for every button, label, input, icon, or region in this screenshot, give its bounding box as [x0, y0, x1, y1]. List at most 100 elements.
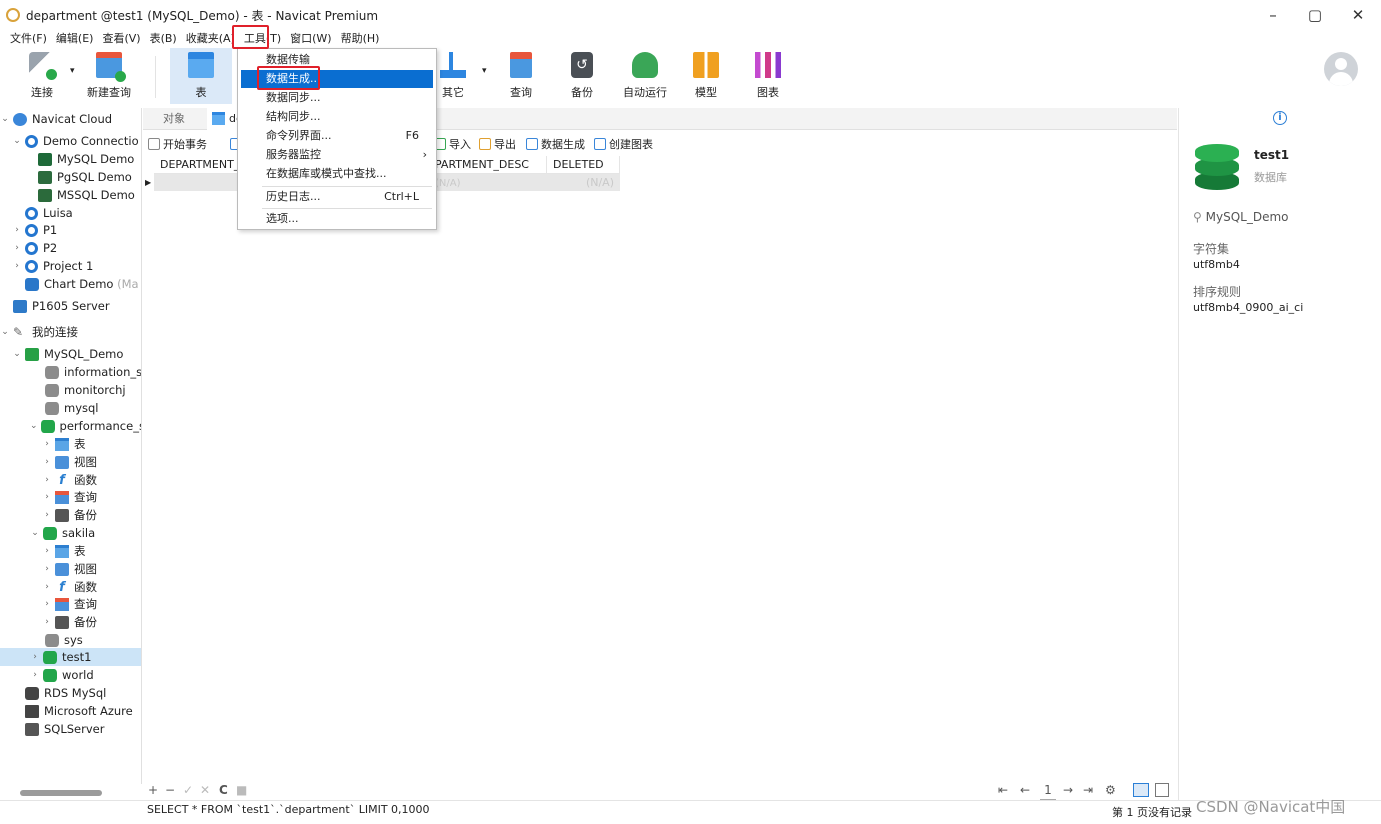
db-name: test1 — [1254, 148, 1290, 162]
create-chart-button[interactable]: 创建图表 — [594, 133, 653, 155]
tree-horizontal-scrollbar[interactable] — [20, 790, 102, 796]
user-avatar[interactable] — [1324, 52, 1358, 86]
grid-cell[interactable] — [154, 174, 244, 191]
grid-cell[interactable]: (N/A) — [547, 174, 620, 191]
backup-button[interactable]: ↺ 备份 — [566, 48, 598, 104]
last-page-button[interactable]: ⇥ — [1083, 780, 1093, 800]
tree-item-pgsql-demo[interactable]: PgSQL Demo — [0, 168, 141, 186]
tree-item-chart-demo[interactable]: Chart Demo (Ma — [0, 275, 141, 293]
tree-item-views[interactable]: › 视图 — [0, 560, 141, 578]
tree-item-db-mysql[interactable]: mysql — [0, 399, 141, 417]
menu-table[interactable]: 表(B) — [146, 30, 182, 48]
menu-item-structure-sync[interactable]: 结构同步... — [241, 108, 433, 126]
tree-item-db-performance-schema[interactable]: ⌄ performance_s — [0, 417, 141, 435]
tree-item-db-sakila[interactable]: ⌄ sakila — [0, 524, 141, 542]
previous-page-button[interactable]: ← — [1020, 780, 1030, 800]
refresh-button[interactable]: C — [219, 780, 228, 800]
connect-dropdown-arrow[interactable]: ▾ — [70, 66, 75, 76]
menu-item-history-log[interactable]: 历史日志... Ctrl+L — [241, 188, 433, 206]
import-button[interactable]: 导入 — [434, 133, 471, 155]
menu-file[interactable]: 文件(F) — [6, 30, 52, 48]
chevron-right-icon: › — [45, 439, 49, 449]
other-dropdown-arrow[interactable]: ▾ — [482, 66, 487, 76]
column-header-department-desc[interactable]: PARTMENT_DESC — [435, 156, 547, 174]
model-button[interactable]: 模型 — [690, 48, 722, 104]
apply-changes-button[interactable]: ✓ — [183, 780, 193, 800]
tree-item-db-world[interactable]: › world — [0, 666, 141, 684]
tree-item-db-monitorchj[interactable]: monitorchj — [0, 381, 141, 399]
new-query-button[interactable]: 新建查询 — [84, 48, 134, 104]
tree-item-sqlserver[interactable]: SQLServer — [0, 720, 141, 738]
tree-item-queries[interactable]: › 查询 — [0, 488, 141, 506]
chart-button[interactable]: 图表 — [752, 48, 784, 104]
tree-item-demo-connection[interactable]: ⌄ Demo Connectio — [0, 132, 141, 150]
tree-item-p1[interactable]: › P1 — [0, 221, 141, 239]
discard-changes-button[interactable]: ✕ — [200, 780, 210, 800]
add-record-button[interactable]: + — [148, 780, 158, 800]
stop-button[interactable]: ■ — [236, 780, 247, 800]
tab-objects[interactable]: 对象 — [157, 108, 191, 130]
menu-item-data-sync[interactable]: 数据同步... — [241, 89, 433, 107]
table-button[interactable]: 表 — [170, 48, 232, 104]
menu-item-command-line[interactable]: 命令列界面... F6 — [241, 127, 433, 145]
tree-item-queries[interactable]: › 查询 — [0, 595, 141, 613]
function-icon: f — [59, 472, 65, 488]
tree-item-my-connections[interactable]: ⌄ ✎ 我的连接 — [0, 323, 141, 341]
form-view-icon[interactable] — [1155, 783, 1169, 797]
tree-item-db-information-schema[interactable]: information_sc — [0, 363, 141, 381]
tree-item-project-1[interactable]: › Project 1 — [0, 257, 141, 275]
tree-item-luisa[interactable]: Luisa — [0, 204, 141, 222]
tree-item-p1605-server[interactable]: P1605 Server — [0, 297, 141, 315]
menu-window[interactable]: 窗口(W) — [286, 30, 336, 48]
page-number-input[interactable]: 1 — [1040, 780, 1056, 800]
begin-transaction-button[interactable]: 开始事务 — [148, 133, 207, 155]
export-button[interactable]: 导出 — [479, 133, 516, 155]
transaction-icon — [148, 138, 160, 150]
menu-edit[interactable]: 编辑(E) — [52, 30, 99, 48]
menu-help[interactable]: 帮助(H) — [337, 30, 385, 48]
database-icon — [43, 668, 57, 682]
menu-view[interactable]: 查看(V) — [98, 30, 145, 48]
minimize-button[interactable]: – — [1251, 0, 1295, 30]
tree-item-microsoft-azure[interactable]: Microsoft Azure — [0, 702, 141, 720]
tree-item-rds-mysql[interactable]: RDS MySql — [0, 684, 141, 702]
database-icon — [43, 650, 57, 664]
settings-gear-icon[interactable]: ⚙ — [1105, 780, 1116, 800]
project-icon — [25, 259, 38, 273]
grid-cell[interactable]: (N/A) — [435, 174, 547, 191]
tree-item-mysql-demo[interactable]: MySQL Demo — [0, 150, 141, 168]
tree-item-tables[interactable]: › 表 — [0, 542, 141, 560]
menu-item-server-monitor[interactable]: 服务器监控 › — [241, 146, 433, 164]
tree-item-db-test1[interactable]: › test1 — [0, 648, 141, 666]
delete-record-button[interactable]: − — [165, 780, 175, 800]
tree-item-views[interactable]: › 视图 — [0, 453, 141, 471]
tree-item-backups[interactable]: › 备份 — [0, 613, 141, 631]
tree-item-mssql-demo[interactable]: MSSQL Demo — [0, 186, 141, 204]
close-button[interactable]: ✕ — [1336, 0, 1380, 30]
tree-item-db-sys[interactable]: sys — [0, 631, 141, 649]
connect-button[interactable]: 连接 — [24, 48, 60, 104]
column-header-deleted[interactable]: DELETED — [547, 156, 620, 174]
grid-view-icon[interactable] — [1133, 783, 1149, 797]
first-page-button[interactable]: ⇤ — [998, 780, 1008, 800]
data-generation-button[interactable]: 数据生成 — [526, 133, 585, 155]
automation-button[interactable]: 自动运行 — [620, 48, 670, 104]
tree-item-navicat-cloud[interactable]: ⌄ Navicat Cloud — [0, 110, 141, 128]
tree-item-p2[interactable]: › P2 — [0, 239, 141, 257]
query-button[interactable]: 查询 — [505, 48, 537, 104]
maximize-button[interactable]: ▢ — [1293, 0, 1337, 30]
tree-item-functions[interactable]: › f 函数 — [0, 471, 141, 489]
tools-icon — [440, 52, 466, 78]
other-button[interactable]: 其它 — [438, 48, 468, 104]
tree-item-tables[interactable]: › 表 — [0, 435, 141, 453]
backup-icon — [55, 508, 69, 522]
info-icon[interactable]: i — [1273, 111, 1287, 125]
menu-item-options[interactable]: 选项... — [241, 210, 433, 228]
tree-item-functions[interactable]: › f 函数 — [0, 578, 141, 596]
tree-item-mysql-demo-conn[interactable]: ⌄ MySQL_Demo — [0, 345, 141, 363]
menu-item-find-in-db[interactable]: 在数据库或模式中查找... — [241, 165, 433, 183]
tree-item-backups[interactable]: › 备份 — [0, 506, 141, 524]
cloud-icon — [13, 112, 27, 126]
next-page-button[interactable]: → — [1063, 780, 1073, 800]
column-header-department-id[interactable]: DEPARTMENT_ — [154, 156, 244, 174]
